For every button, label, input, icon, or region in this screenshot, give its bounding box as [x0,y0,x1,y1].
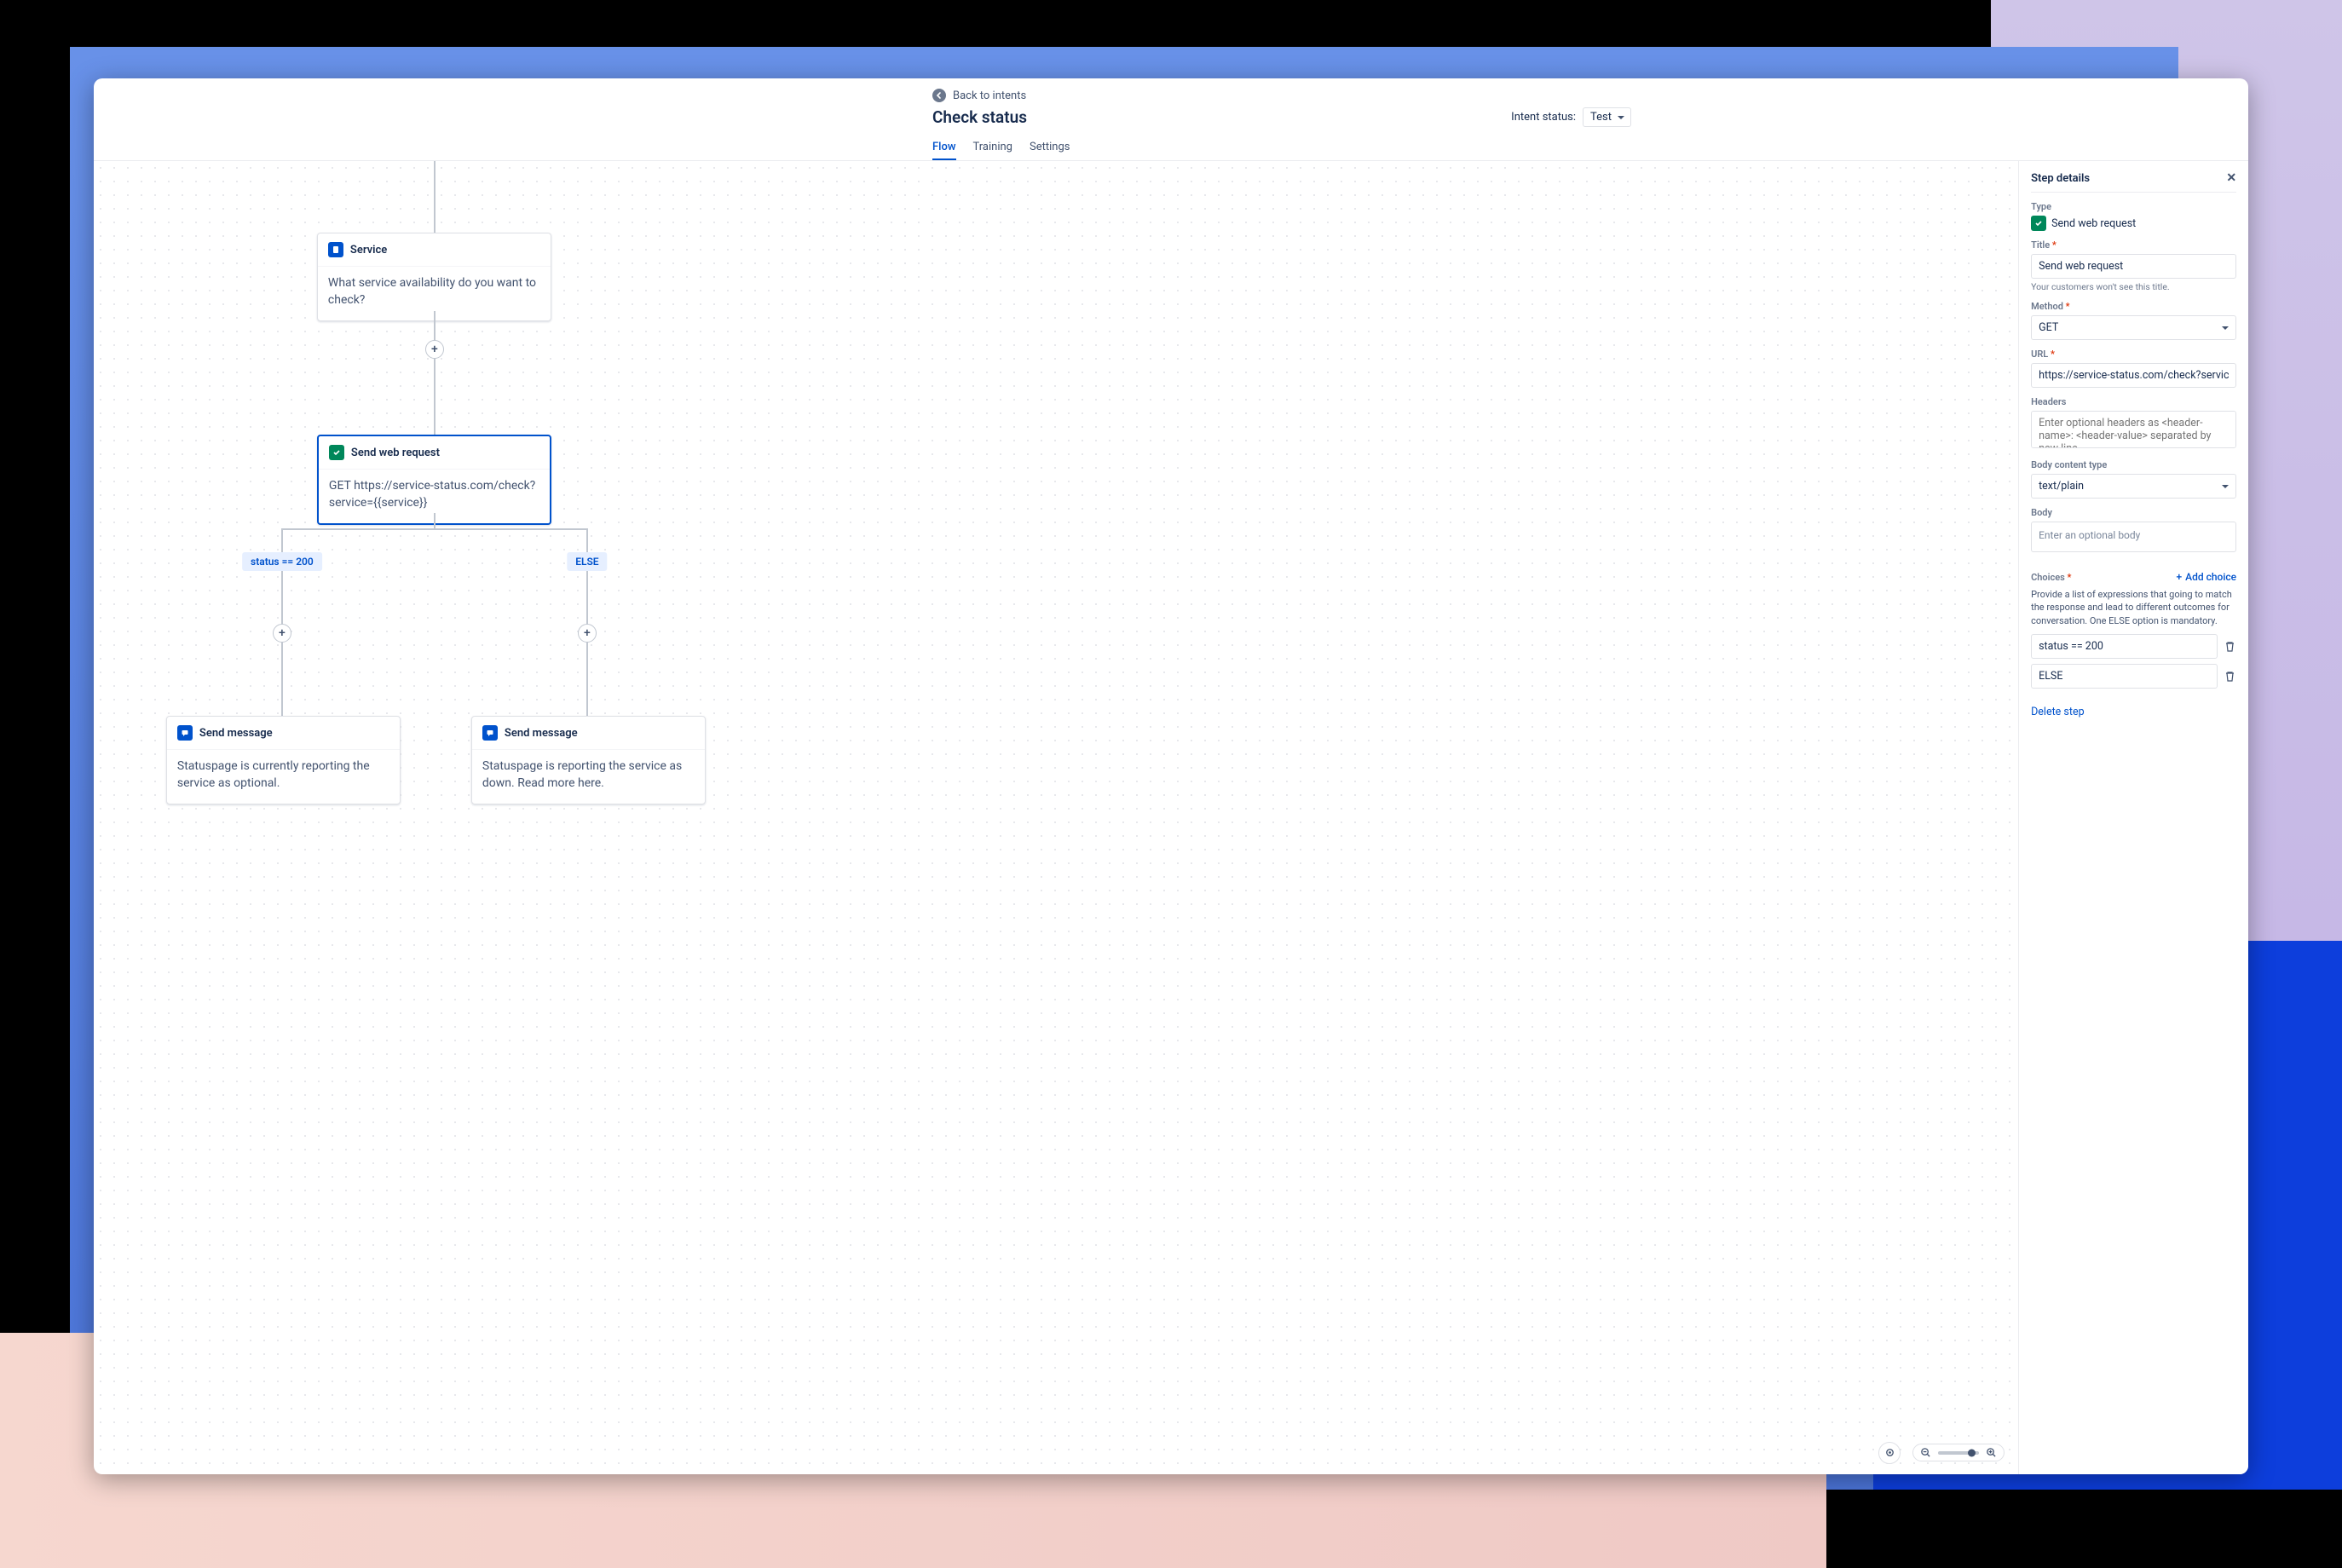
web-request-icon [329,445,344,460]
branch-label-status-200[interactable]: status == 200 [242,552,322,571]
panel-title: Step details [2031,172,2090,185]
branch-label-else[interactable]: ELSE [567,552,607,571]
choices-description: Provide a list of expressions that going… [2031,588,2236,627]
connector [434,161,436,233]
body-label: Body [2031,507,2236,518]
canvas-toolbar [1878,1442,2005,1464]
tab-flow[interactable]: Flow [932,135,956,160]
close-panel-button[interactable]: ✕ [2226,171,2236,185]
add-step-button[interactable]: + [425,340,444,359]
choice-input-2[interactable] [2031,664,2218,689]
choices-label: Choices [2031,572,2071,583]
intent-status-select[interactable]: Test [1583,107,1631,127]
delete-choice-button[interactable] [2224,671,2236,683]
node-service-title: Service [350,244,387,257]
app-window: Back to intents Check status Intent stat… [94,78,2248,1474]
recenter-button[interactable] [1878,1442,1901,1464]
url-input[interactable] [2031,363,2236,388]
header-tabs: Flow Training Settings [932,135,1631,160]
step-details-panel: Step details ✕ Type Send web request Tit… [2018,161,2248,1474]
node-send-message-left[interactable]: Send message Statuspage is currently rep… [166,716,401,804]
web-request-icon [2031,216,2046,231]
body-type-select[interactable]: text/plain [2031,474,2236,499]
type-label: Type [2031,201,2236,212]
back-to-intents-link[interactable]: Back to intents [932,89,1631,102]
flow-canvas[interactable]: Service What service availability do you… [94,161,2018,1474]
method-select[interactable]: GET [2031,315,2236,340]
page-title: Check status [932,107,1027,127]
chat-icon [482,725,498,741]
delete-choice-button[interactable] [2224,641,2236,653]
node-msg-right-body: Statuspage is reporting the service as d… [472,750,705,804]
add-step-button-right[interactable]: + [578,624,597,643]
add-step-button-left[interactable]: + [273,624,291,643]
node-web-request-title: Send web request [351,447,440,459]
title-hint: Your customers won't see this title. [2031,281,2236,292]
headers-input[interactable] [2031,411,2236,448]
zoom-slider[interactable] [1938,1451,1979,1455]
chat-icon [177,725,193,741]
node-msg-left-title: Send message [199,727,273,740]
node-msg-left-body: Statuspage is currently reporting the se… [167,750,400,804]
intent-status-label: Intent status: [1511,111,1576,124]
delete-step-link[interactable]: Delete step [2031,706,2085,718]
body-input[interactable]: Enter an optional body [2031,522,2236,552]
tab-training[interactable]: Training [973,135,1012,160]
node-service[interactable]: Service What service availability do you… [317,233,551,321]
connector [281,528,588,530]
choice-input-1[interactable] [2031,634,2218,659]
zoom-out-button[interactable] [1920,1447,1931,1458]
zoom-in-button[interactable] [1986,1447,1997,1458]
plus-icon: + [2176,571,2182,583]
node-msg-right-title: Send message [505,727,578,740]
headers-label: Headers [2031,396,2236,407]
add-choice-text: Add choice [2185,571,2236,583]
connector [434,311,436,435]
url-label: URL [2031,349,2236,360]
type-value: Send web request [2051,217,2136,230]
method-label: Method [2031,301,2236,312]
document-icon [328,242,343,257]
node-web-request[interactable]: Send web request GET https://service-sta… [317,435,551,525]
add-choice-button[interactable]: + Add choice [2176,571,2236,583]
page-header: Back to intents Check status Intent stat… [94,78,2248,161]
back-arrow-icon [932,89,946,102]
back-label: Back to intents [953,89,1026,102]
title-label: Title [2031,239,2236,251]
tab-settings[interactable]: Settings [1030,135,1070,160]
title-input[interactable] [2031,254,2236,279]
connector [434,513,436,528]
body-type-label: Body content type [2031,459,2236,470]
node-send-message-right[interactable]: Send message Statuspage is reporting the… [471,716,706,804]
